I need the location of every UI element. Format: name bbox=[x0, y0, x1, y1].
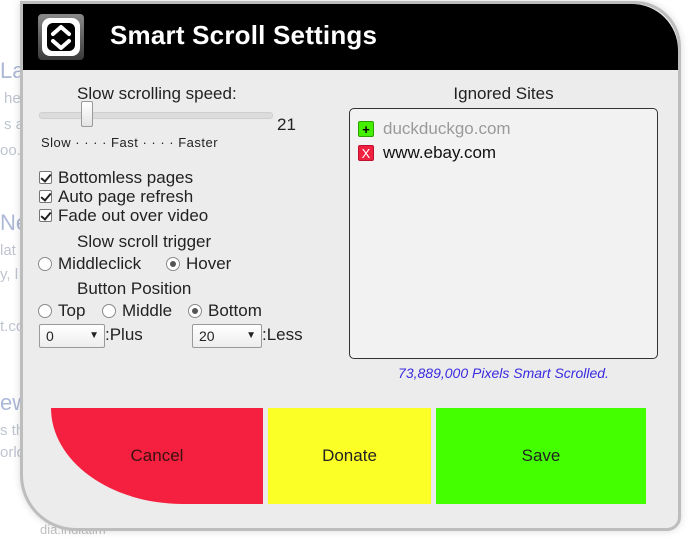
trigger-hover-label: Hover bbox=[186, 254, 232, 273]
ignored-sites-list: + duckduckgo.com X www.ebay.com bbox=[349, 108, 658, 359]
position-bottom-option[interactable]: Bottom bbox=[188, 301, 262, 321]
position-label: Button Position bbox=[77, 279, 192, 298]
fade-video-option[interactable]: Fade out over video bbox=[39, 206, 208, 225]
pixels-scrolled-stat: 73,889,000 Pixels Smart Scrolled. bbox=[398, 365, 609, 381]
dialog-title-bar: Smart Scroll Settings bbox=[23, 4, 678, 70]
add-site-row: + duckduckgo.com bbox=[358, 119, 511, 139]
plus-offset-label: :Plus bbox=[105, 325, 143, 344]
trigger-middleclick-label: Middleclick bbox=[58, 254, 142, 273]
trigger-middleclick-radio[interactable] bbox=[38, 257, 52, 271]
position-bottom-radio[interactable] bbox=[188, 304, 202, 318]
speed-scale-label: Slow · · · · Fast · · · · Faster bbox=[41, 135, 219, 150]
background-text: oo. bbox=[0, 142, 21, 159]
save-button[interactable]: Save bbox=[436, 408, 646, 504]
auto-refresh-label: Auto page refresh bbox=[58, 186, 194, 206]
chevron-down-icon: ▼ bbox=[246, 330, 256, 341]
trigger-hover-radio[interactable] bbox=[166, 257, 180, 271]
add-site-input[interactable]: duckduckgo.com bbox=[383, 119, 511, 139]
speed-value: 21 bbox=[277, 115, 296, 134]
background-text: lat bbox=[0, 242, 16, 259]
position-top-label: Top bbox=[58, 301, 86, 320]
less-offset-value: 20 bbox=[199, 328, 215, 344]
position-top-option[interactable]: Top bbox=[38, 301, 85, 321]
ignored-sites-label: Ignored Sites bbox=[453, 84, 554, 103]
fade-video-label: Fade out over video bbox=[58, 205, 209, 225]
background-text: y, l bbox=[0, 266, 19, 283]
position-middle-label: Middle bbox=[122, 301, 173, 320]
background-text: he bbox=[4, 90, 21, 107]
dialog-title: Smart Scroll Settings bbox=[110, 20, 378, 50]
donate-button[interactable]: Donate bbox=[268, 408, 431, 504]
list-item: X www.ebay.com bbox=[358, 143, 496, 163]
speed-label: Slow scrolling speed: bbox=[77, 84, 237, 103]
bottomless-pages-option[interactable]: Bottomless pages bbox=[39, 168, 193, 187]
trigger-middleclick-option[interactable]: Middleclick bbox=[38, 254, 141, 274]
smart-scroll-settings-dialog: Smart Scroll Settings Slow scrolling spe… bbox=[20, 1, 681, 531]
auto-refresh-checkbox[interactable] bbox=[39, 190, 52, 203]
chevron-down-icon: ▼ bbox=[89, 330, 99, 341]
plus-offset-value: 0 bbox=[46, 328, 54, 344]
trigger-hover-option[interactable]: Hover bbox=[166, 254, 231, 274]
less-offset-select[interactable]: 20 ▼ bbox=[192, 324, 262, 348]
bottomless-pages-label: Bottomless pages bbox=[58, 167, 194, 187]
trigger-label: Slow scroll trigger bbox=[77, 232, 212, 251]
fade-video-checkbox[interactable] bbox=[39, 209, 52, 222]
position-bottom-label: Bottom bbox=[208, 301, 262, 320]
add-site-button[interactable]: + bbox=[358, 121, 374, 137]
ignored-site-name: www.ebay.com bbox=[383, 143, 497, 162]
cancel-button[interactable]: Cancel bbox=[51, 408, 263, 504]
speed-slider-thumb[interactable] bbox=[81, 101, 93, 127]
position-top-radio[interactable] bbox=[38, 304, 52, 318]
bottomless-pages-checkbox[interactable] bbox=[39, 171, 52, 184]
auto-refresh-option[interactable]: Auto page refresh bbox=[39, 187, 193, 206]
remove-site-button[interactable]: X bbox=[358, 145, 374, 161]
position-middle-radio[interactable] bbox=[102, 304, 116, 318]
plus-offset-select[interactable]: 0 ▼ bbox=[39, 324, 105, 348]
speed-slider-track[interactable] bbox=[39, 112, 273, 119]
position-middle-option[interactable]: Middle bbox=[102, 301, 172, 321]
less-offset-label: :Less bbox=[262, 325, 303, 344]
smart-scroll-logo-icon bbox=[38, 14, 84, 60]
